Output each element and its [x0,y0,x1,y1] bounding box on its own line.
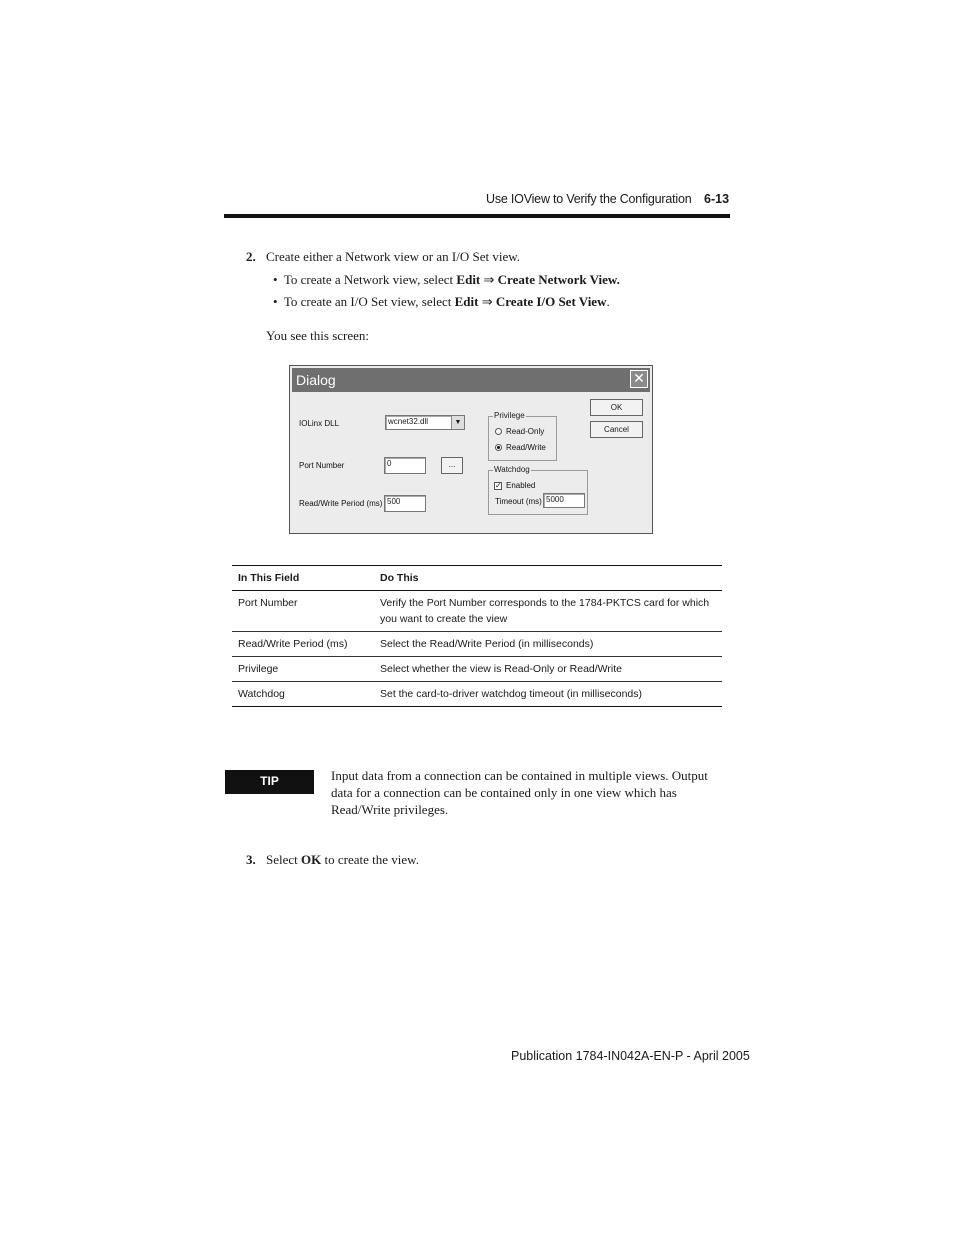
table-cell: Set the card-to-driver watchdog timeout … [374,681,722,707]
column-header: Do This [374,565,722,591]
privilege-group: Privilege Read-Only Read/Write [488,411,557,461]
timeout-field[interactable]: 5000 [543,493,585,508]
column-header: In This Field [232,565,374,591]
watchdog-group: Watchdog ✓ Enabled Timeout (ms) 5000 [488,465,588,515]
read-write-period-label: Read/Write Period (ms) [299,499,383,508]
field-table: In This Field Do This Port Number Verify… [232,565,722,707]
step-2-text: Create either a Network view or an I/O S… [266,249,521,264]
table-row: Privilege Select whether the view is Rea… [232,656,722,682]
bullet-io-set-view: • To create an I/O Set view, select Edit… [273,294,610,310]
enabled-checkbox[interactable]: ✓ [494,482,502,490]
dialog-title: Dialog [296,372,336,388]
step-3-ok: OK [301,852,322,867]
page-number: 6-13 [704,192,730,206]
enabled-label: Enabled [506,481,536,490]
running-header-title: Use IOView to Verify the Configuration [486,192,692,206]
browse-button[interactable]: ... [441,457,463,474]
bullet-prefix: To create an I/O Set view, select [283,294,455,309]
iolinx-dll-select[interactable]: wcnet32.dll ▼ [385,415,465,430]
table-cell: Privilege [232,656,374,682]
table-cell: Watchdog [232,681,374,707]
port-number-label: Port Number [299,461,345,470]
read-write-radio[interactable] [495,444,502,451]
bullet-dot: • [273,294,278,309]
port-number-field[interactable]: 0 [384,457,426,474]
publication-footer: Publication 1784-IN042A-EN-P - April 200… [511,1049,750,1063]
step-2-number: 2. [246,249,256,264]
read-write-label: Read/Write [506,443,546,452]
dialog-window: Dialog ✕ IOLinx DLL wcnet32.dll ▼ Port N… [289,365,653,534]
bullet-prefix: To create a Network view, select [283,272,457,287]
iolinx-dll-label: IOLinx DLL [299,419,340,428]
ok-button[interactable]: OK [590,399,643,416]
iolinx-dll-value: wcnet32.dll [388,417,429,426]
menu-arrow: ⇒ [481,294,493,309]
table-cell: Select the Read/Write Period (in millise… [374,631,722,657]
step-3-suffix: to create the view. [321,852,419,867]
menu-edit: Edit [456,272,481,287]
header-rule [224,214,730,218]
privilege-legend: Privilege [493,411,526,420]
menu-arrow: ⇒ [483,272,495,287]
chevron-down-icon[interactable]: ▼ [451,416,464,429]
step-3-prefix: Select [266,852,302,867]
menu-create-network-view: Create Network View. [497,272,620,287]
see-screen-text: You see this screen: [266,328,370,343]
read-only-radio[interactable] [495,428,502,435]
bullet-suffix: . [606,294,610,309]
table-cell: Port Number [232,590,374,632]
timeout-label: Timeout (ms) [495,497,542,506]
step-3-number: 3. [246,852,256,867]
table-row: Watchdog Set the card-to-driver watchdog… [232,681,722,707]
read-only-label: Read-Only [506,427,545,436]
cancel-button[interactable]: Cancel [590,421,643,438]
menu-edit: Edit [454,294,479,309]
step-3-text: Select OK to create the view. [266,852,419,868]
table-cell: Verify the Port Number corresponds to th… [374,590,722,632]
bullet-dot: • [273,272,278,287]
table-row: Read/Write Period (ms) Select the Read/W… [232,631,722,657]
table-cell: Select whether the view is Read-Only or … [374,656,722,682]
dialog-titlebar: Dialog ✕ [292,368,650,392]
watchdog-legend: Watchdog [493,465,531,474]
table-header-row: In This Field Do This [232,565,722,591]
close-icon[interactable]: ✕ [630,370,648,388]
bullet-network-view: • To create a Network view, select Edit … [273,272,620,288]
tip-label: TIP [225,770,314,794]
read-write-period-field[interactable]: 500 [384,495,426,512]
table-cell: Read/Write Period (ms) [232,631,374,657]
menu-create-io-set-view: Create I/O Set View [495,294,607,309]
table-row: Port Number Verify the Port Number corre… [232,590,722,632]
tip-text: Input data from a connection can be cont… [331,768,708,817]
